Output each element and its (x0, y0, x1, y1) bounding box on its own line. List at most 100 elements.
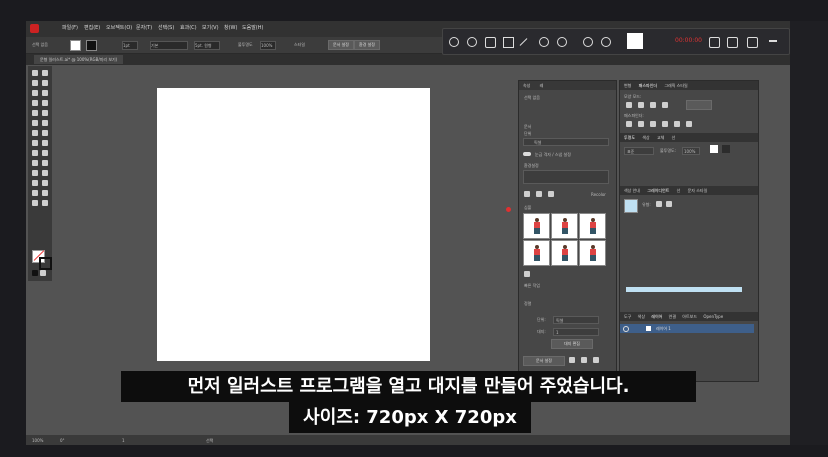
document-setup-button[interactable]: 문서 설정 (328, 40, 354, 50)
radial-gradient-icon[interactable] (666, 201, 672, 207)
tab-colors[interactable]: 색상 (638, 314, 645, 319)
fill-color-swatch[interactable] (70, 40, 81, 51)
opacity-field[interactable]: 100% (260, 41, 276, 50)
symbol-sprayer-tool-icon[interactable] (32, 180, 38, 186)
document-tab[interactable]: 문형 일러스트.ai* @ 100%(RGB/미리 보기) (34, 55, 124, 64)
zoom-tool-icon[interactable] (42, 200, 48, 206)
eyedropper-tool-icon[interactable] (32, 170, 38, 176)
gradient-tool-icon[interactable] (42, 160, 48, 166)
preferences-box[interactable] (523, 170, 609, 184)
symbol-thumb-3[interactable] (579, 213, 606, 239)
rectangle-tool-icon[interactable] (32, 110, 38, 116)
trim-icon[interactable] (638, 121, 644, 127)
document-setup-panel-button[interactable]: 문서 설정 (523, 356, 565, 366)
scale-tool-icon[interactable] (42, 130, 48, 136)
outline-icon[interactable] (674, 121, 680, 127)
tab-properties[interactable]: 속성 (523, 83, 530, 88)
settings-icon[interactable] (548, 191, 554, 197)
screenshot-icon[interactable] (485, 37, 496, 48)
magic-wand-tool-icon[interactable] (32, 80, 38, 86)
tab-stroke[interactable]: 선 (672, 135, 676, 140)
divide-icon[interactable] (626, 121, 632, 127)
tab-gradient[interactable]: 그레이디언트 (647, 188, 669, 193)
hand-tool-icon[interactable] (32, 200, 38, 206)
symbol-thumb-1[interactable] (523, 213, 550, 239)
perspective-grid-tool-icon[interactable] (42, 150, 48, 156)
opacity-mask-thumb[interactable] (710, 145, 718, 153)
curvature-tool-icon[interactable] (42, 90, 48, 96)
zoom-out-icon[interactable] (557, 37, 567, 47)
menu-help[interactable]: 도움말(H) (242, 24, 263, 31)
edit-artboard-button[interactable]: 대지 편집 (551, 339, 593, 349)
symbol-icon[interactable] (524, 191, 530, 197)
tab-color[interactable]: 색상 (642, 135, 649, 140)
layer-name[interactable]: 레이어 1 (656, 326, 671, 332)
crop-icon[interactable] (503, 37, 514, 48)
grid-icon[interactable] (581, 357, 587, 363)
shape-builder-tool-icon[interactable] (32, 150, 38, 156)
record-icon[interactable] (449, 37, 459, 47)
pen-icon[interactable] (519, 38, 528, 46)
selection-tool-icon[interactable] (32, 70, 38, 76)
artboard-tool-icon[interactable] (32, 190, 38, 196)
merge-icon[interactable] (650, 121, 656, 127)
free-transform-tool-icon[interactable] (42, 140, 48, 146)
tab-char-style[interactable]: 문자 스타일 (688, 188, 708, 193)
tab-opentype[interactable]: OpenType (703, 314, 723, 319)
tab-artboards[interactable]: 아트보드 (682, 314, 697, 319)
expand-button[interactable] (686, 100, 712, 110)
tab-line[interactable]: 선 (677, 188, 681, 193)
artboard-row-dropdown[interactable]: 1 (553, 328, 599, 336)
shaper-tool-icon[interactable] (32, 120, 38, 126)
exclude-icon[interactable] (662, 102, 668, 108)
menu-window[interactable]: 창(W) (224, 24, 237, 31)
rotation-value[interactable]: 0° (60, 438, 65, 443)
menu-edit[interactable]: 편집(E) (84, 24, 100, 31)
minus-front-icon[interactable] (638, 102, 644, 108)
symbol-thumb-6[interactable] (579, 240, 606, 266)
tab-color-guide[interactable]: 색상 안내 (624, 188, 640, 193)
library-icon[interactable] (524, 271, 530, 277)
tab-layers-short[interactable]: 레 (540, 83, 544, 88)
rotate-tool-icon[interactable] (32, 130, 38, 136)
preferences-button[interactable]: 환경 설정 (354, 40, 380, 50)
tab-pathfinder[interactable]: 패스파인더 (639, 83, 657, 88)
color-mode-icon[interactable] (32, 270, 38, 276)
minus-back-icon[interactable] (686, 121, 692, 127)
tab-transform[interactable]: 변형 (624, 83, 631, 88)
gradient-mode-icon[interactable] (40, 270, 46, 276)
intersect-icon[interactable] (650, 102, 656, 108)
paintbrush-tool-icon[interactable] (42, 110, 48, 116)
stroke-weight-field[interactable]: 1pt (122, 41, 138, 50)
unit-dropdown[interactable]: 픽셀 (523, 138, 609, 146)
slice-tool-icon[interactable] (42, 190, 48, 196)
brush-icon[interactable] (536, 191, 542, 197)
menu-object[interactable]: 오브젝트(O) (106, 24, 132, 31)
lasso-tool-icon[interactable] (42, 80, 48, 86)
opacity-panel-field[interactable]: 100% (682, 147, 700, 155)
gradient-slider[interactable] (626, 287, 742, 292)
visibility-icon[interactable] (623, 326, 629, 332)
gradient-swatch[interactable] (624, 199, 638, 213)
eraser-tool-icon[interactable] (42, 120, 48, 126)
tab-graphic-styles[interactable]: 그래픽 스타일 (664, 83, 687, 88)
type-tool-icon[interactable] (32, 100, 38, 106)
stroke-style-dropdown[interactable]: 기본 (150, 41, 188, 50)
pen-tool-icon[interactable] (32, 90, 38, 96)
direct-selection-tool-icon[interactable] (42, 70, 48, 76)
symbol-thumb-2[interactable] (551, 213, 578, 239)
menu-file[interactable]: 파일(F) (62, 24, 78, 31)
blend-mode-dropdown[interactable]: 표준 (624, 147, 654, 155)
minimize-icon[interactable] (769, 40, 777, 42)
layer-row[interactable]: 레이어 1 (620, 324, 754, 333)
mask-thumb[interactable] (722, 145, 730, 153)
guide-icon[interactable] (569, 357, 575, 363)
recolor-label[interactable]: Recolor (591, 192, 606, 197)
highlight-icon[interactable] (601, 37, 611, 47)
unite-icon[interactable] (626, 102, 632, 108)
tab-swap[interactable]: 교체 (657, 135, 664, 140)
menu-effect[interactable]: 효과(C) (180, 24, 197, 31)
menu-type[interactable]: 문자(T) (136, 24, 152, 31)
brush-dropdown[interactable]: 5pt. 원형 (194, 41, 220, 50)
graph-tool-icon[interactable] (42, 180, 48, 186)
